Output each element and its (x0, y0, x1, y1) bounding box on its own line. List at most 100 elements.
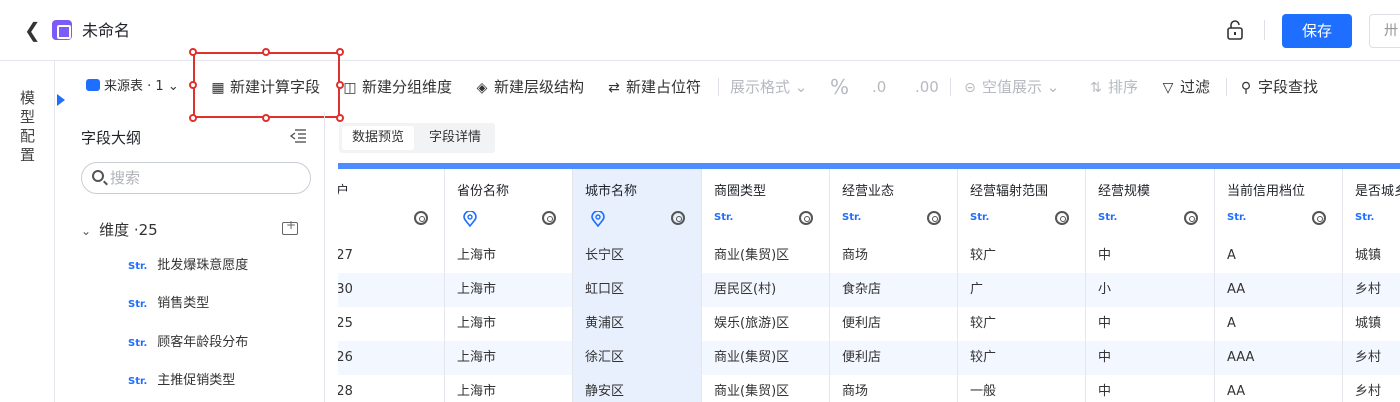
table-cell[interactable]: 静安区 (585, 375, 624, 402)
table-cell[interactable]: 商场 (842, 375, 868, 402)
decrease-decimal-button[interactable]: .0 (872, 76, 886, 98)
lock-icon[interactable] (1226, 20, 1244, 40)
column-header[interactable]: 省份名称 (445, 169, 572, 239)
table-cell[interactable]: 便利店 (842, 307, 881, 341)
null-display-dropdown[interactable]: ⊝ 空值展示 ⌄ (962, 76, 1059, 98)
table-cell[interactable]: SH027 (338, 239, 353, 273)
table-cell[interactable]: AA (1227, 273, 1245, 307)
model-config-tab[interactable]: 模型配置 (20, 89, 36, 165)
gear-icon[interactable] (1184, 211, 1198, 225)
column-header[interactable]: 经营规模 Str. (1086, 169, 1214, 239)
resize-handle (336, 81, 344, 89)
field-item[interactable]: Str. 销售类型 (128, 292, 209, 311)
column-header[interactable]: 经营业态 Str. (830, 169, 957, 239)
table-cell[interactable]: 长宁区 (585, 239, 624, 273)
table-cell[interactable]: SH025 (338, 307, 353, 341)
table-cell[interactable]: A (1227, 307, 1236, 341)
table-cell[interactable]: 虹口区 (585, 273, 624, 307)
gear-icon[interactable] (927, 211, 941, 225)
column-header[interactable]: 零售户Str. (338, 169, 444, 239)
field-search-button[interactable]: ⚲ 字段查找 (1238, 76, 1318, 98)
gear-icon[interactable] (414, 211, 428, 225)
new-hierarchy-button[interactable]: ◈ 新建层级结构 (474, 76, 584, 98)
percent-button[interactable]: % (830, 76, 849, 98)
table-cell[interactable]: 中 (1098, 239, 1111, 273)
string-type-icon: Str. (128, 261, 148, 272)
table-cell[interactable]: 乡村 (1355, 375, 1381, 402)
table-cell[interactable]: 广 (970, 273, 983, 307)
table-cell[interactable]: 便利店 (842, 341, 881, 375)
tab-field-details[interactable]: 字段详情 (419, 126, 491, 150)
gear-icon[interactable] (1055, 211, 1069, 225)
add-folder-icon[interactable] (282, 218, 298, 235)
table-cell[interactable]: 商场 (842, 239, 868, 273)
gear-icon[interactable] (799, 211, 813, 225)
table-cell[interactable]: SH030 (338, 273, 353, 307)
column-header[interactable]: 城市名称 (573, 169, 701, 239)
field-item[interactable]: Str. 顾客年龄段分布 (128, 331, 248, 350)
table-cell[interactable]: 乡村 (1355, 273, 1381, 307)
gear-icon[interactable] (1312, 211, 1326, 225)
more-button[interactable]: 卅 (1369, 14, 1400, 48)
filter-icon: ▽ (1162, 80, 1174, 96)
table-cell[interactable]: 商业(集贸)区 (714, 341, 789, 375)
table-cell[interactable]: 上海市 (457, 273, 496, 307)
table-cell[interactable]: 较广 (970, 239, 996, 273)
column-header[interactable]: 当前信用档位 Str. (1215, 169, 1342, 239)
table-cell[interactable]: 娱乐(旅游)区 (714, 307, 789, 341)
table-cell[interactable]: 一般 (970, 375, 996, 402)
field-item[interactable]: Str. 批发爆珠意愿度 (128, 254, 248, 273)
table-cell[interactable]: 徐汇区 (585, 341, 624, 375)
table-cell[interactable]: 中 (1098, 307, 1111, 341)
resize-handle (189, 48, 197, 56)
table-cell[interactable]: 较广 (970, 307, 996, 341)
field-item[interactable]: Str. 主推促销类型 (128, 369, 235, 388)
dimension-group-header[interactable]: ⌄ 维度 ·25 (81, 219, 158, 240)
column-header[interactable]: 商圈类型 Str. (702, 169, 829, 239)
gear-icon[interactable] (542, 211, 556, 225)
table-cell[interactable]: 上海市 (457, 307, 496, 341)
table-cell[interactable]: 上海市 (457, 375, 496, 402)
table-cell[interactable]: AA (1227, 375, 1245, 402)
table-cell[interactable]: 乡村 (1355, 341, 1381, 375)
table-cell[interactable]: 黄浦区 (585, 307, 624, 341)
table-cell[interactable]: 城镇 (1355, 239, 1381, 273)
source-table-select[interactable]: 来源表 · 1 ⌄ (86, 76, 179, 98)
table-cell[interactable]: AAA (1227, 341, 1254, 375)
increase-decimal-button[interactable]: .00 (915, 76, 939, 98)
filter-button[interactable]: ▽ 过滤 (1160, 76, 1210, 98)
table-cell[interactable]: 城镇 (1355, 307, 1381, 341)
search-input[interactable] (110, 168, 290, 188)
column-header[interactable]: 是否城乡 Str. (1343, 169, 1400, 239)
table-cell[interactable]: 小 (1098, 273, 1111, 307)
table-cell[interactable]: 较广 (970, 341, 996, 375)
table-cell[interactable]: SH026 (338, 341, 353, 375)
table-cell[interactable]: 上海市 (457, 239, 496, 273)
table-cell[interactable]: 商业(集贸)区 (714, 375, 789, 402)
new-placeholder-button[interactable]: ⇄ 新建占位符 (606, 76, 701, 98)
collapse-panel-icon[interactable] (290, 129, 306, 143)
field-search-box[interactable] (81, 162, 311, 194)
table-cell[interactable]: 居民区(村) (714, 273, 776, 307)
table-cell[interactable]: 食杂店 (842, 273, 881, 307)
table-cell[interactable]: SH028 (338, 375, 353, 402)
sort-button[interactable]: ⇅ 排序 (1088, 76, 1138, 98)
gear-icon[interactable] (671, 211, 685, 225)
table-cell[interactable]: 中 (1098, 375, 1111, 402)
back-icon[interactable]: ❮ (24, 20, 41, 40)
column-header-label: 经营规模 (1098, 184, 1151, 199)
display-format-dropdown[interactable]: 展示格式 ⌄ (730, 76, 807, 98)
table-cell[interactable]: 商业(集贸)区 (714, 239, 789, 273)
save-button[interactable]: 保存 (1282, 14, 1352, 48)
column-header[interactable]: 经营辐射范围 Str. (958, 169, 1085, 239)
string-type-icon: Str. (128, 376, 148, 387)
expand-arrow-icon[interactable] (57, 94, 65, 106)
new-group-dim-button[interactable]: ◫ 新建分组维度 (342, 76, 452, 98)
table-cell[interactable]: 上海市 (457, 341, 496, 375)
table-cell[interactable]: 中 (1098, 341, 1111, 375)
tab-data-preview[interactable]: 数据预览 (342, 126, 415, 150)
placeholder-icon: ⇄ (608, 80, 620, 96)
table-cell[interactable]: A (1227, 239, 1236, 273)
resize-handle (336, 48, 344, 56)
string-type-icon: Str. (1098, 212, 1118, 223)
